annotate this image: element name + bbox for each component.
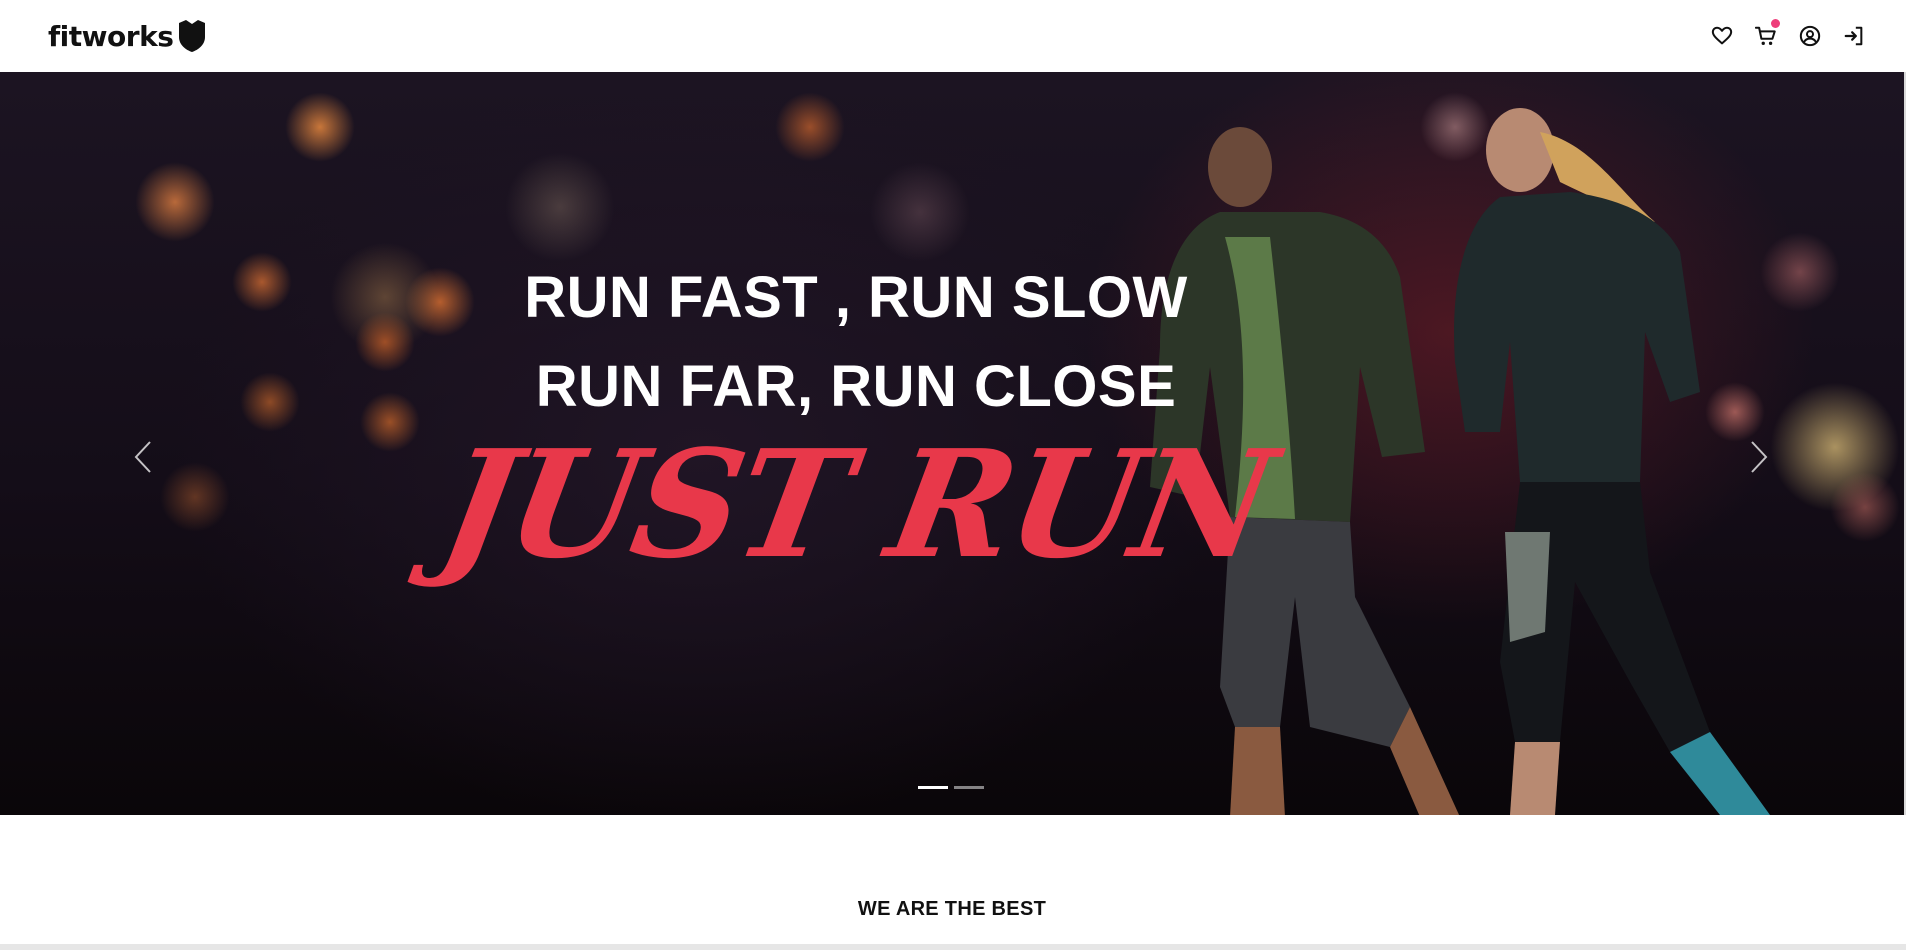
sign-in-icon: [1844, 26, 1863, 46]
account-button[interactable]: [1798, 24, 1822, 48]
bottom-divider: [0, 944, 1906, 950]
carousel-indicator-1[interactable]: [918, 786, 948, 789]
header-actions: [1710, 19, 1866, 48]
sign-in-button[interactable]: [1842, 24, 1866, 48]
bokeh-light: [505, 152, 615, 262]
section-title: WE ARE THE BEST: [857, 898, 1047, 920]
bokeh-light: [870, 162, 970, 262]
hero-headline-2: RUN FAR, RUN CLOSE: [535, 354, 1177, 419]
user-circle-icon: [1799, 25, 1821, 47]
cart-icon: [1755, 26, 1776, 45]
cart-button[interactable]: [1754, 19, 1780, 48]
logo[interactable]: fitworks: [48, 19, 207, 53]
carousel-indicators: [918, 786, 984, 789]
bokeh-light: [1830, 472, 1900, 542]
bokeh-light: [135, 162, 215, 242]
chevron-right-icon: [1751, 441, 1768, 473]
carousel-indicator-2[interactable]: [954, 786, 984, 789]
hero-carousel: RUN FAST , RUN SLOW RUN FAR, RUN CLOSE J…: [0, 72, 1904, 815]
bokeh-light: [775, 92, 845, 162]
chevron-left-icon: [134, 441, 151, 473]
carousel-next-button[interactable]: [1739, 427, 1779, 487]
cart-badge: [1771, 19, 1780, 28]
heart-icon: [1711, 26, 1733, 45]
wishlist-button[interactable]: [1710, 24, 1734, 48]
hero-accent-text: JUST RUN: [429, 417, 1283, 591]
site-header: fitworks: [0, 0, 1906, 72]
bokeh-light: [285, 92, 355, 162]
logo-text: fitworks: [48, 19, 174, 53]
carousel-prev-button[interactable]: [123, 427, 163, 487]
shield-icon: [179, 20, 206, 52]
hero-headline-1: RUN FAST , RUN SLOW: [524, 265, 1188, 330]
